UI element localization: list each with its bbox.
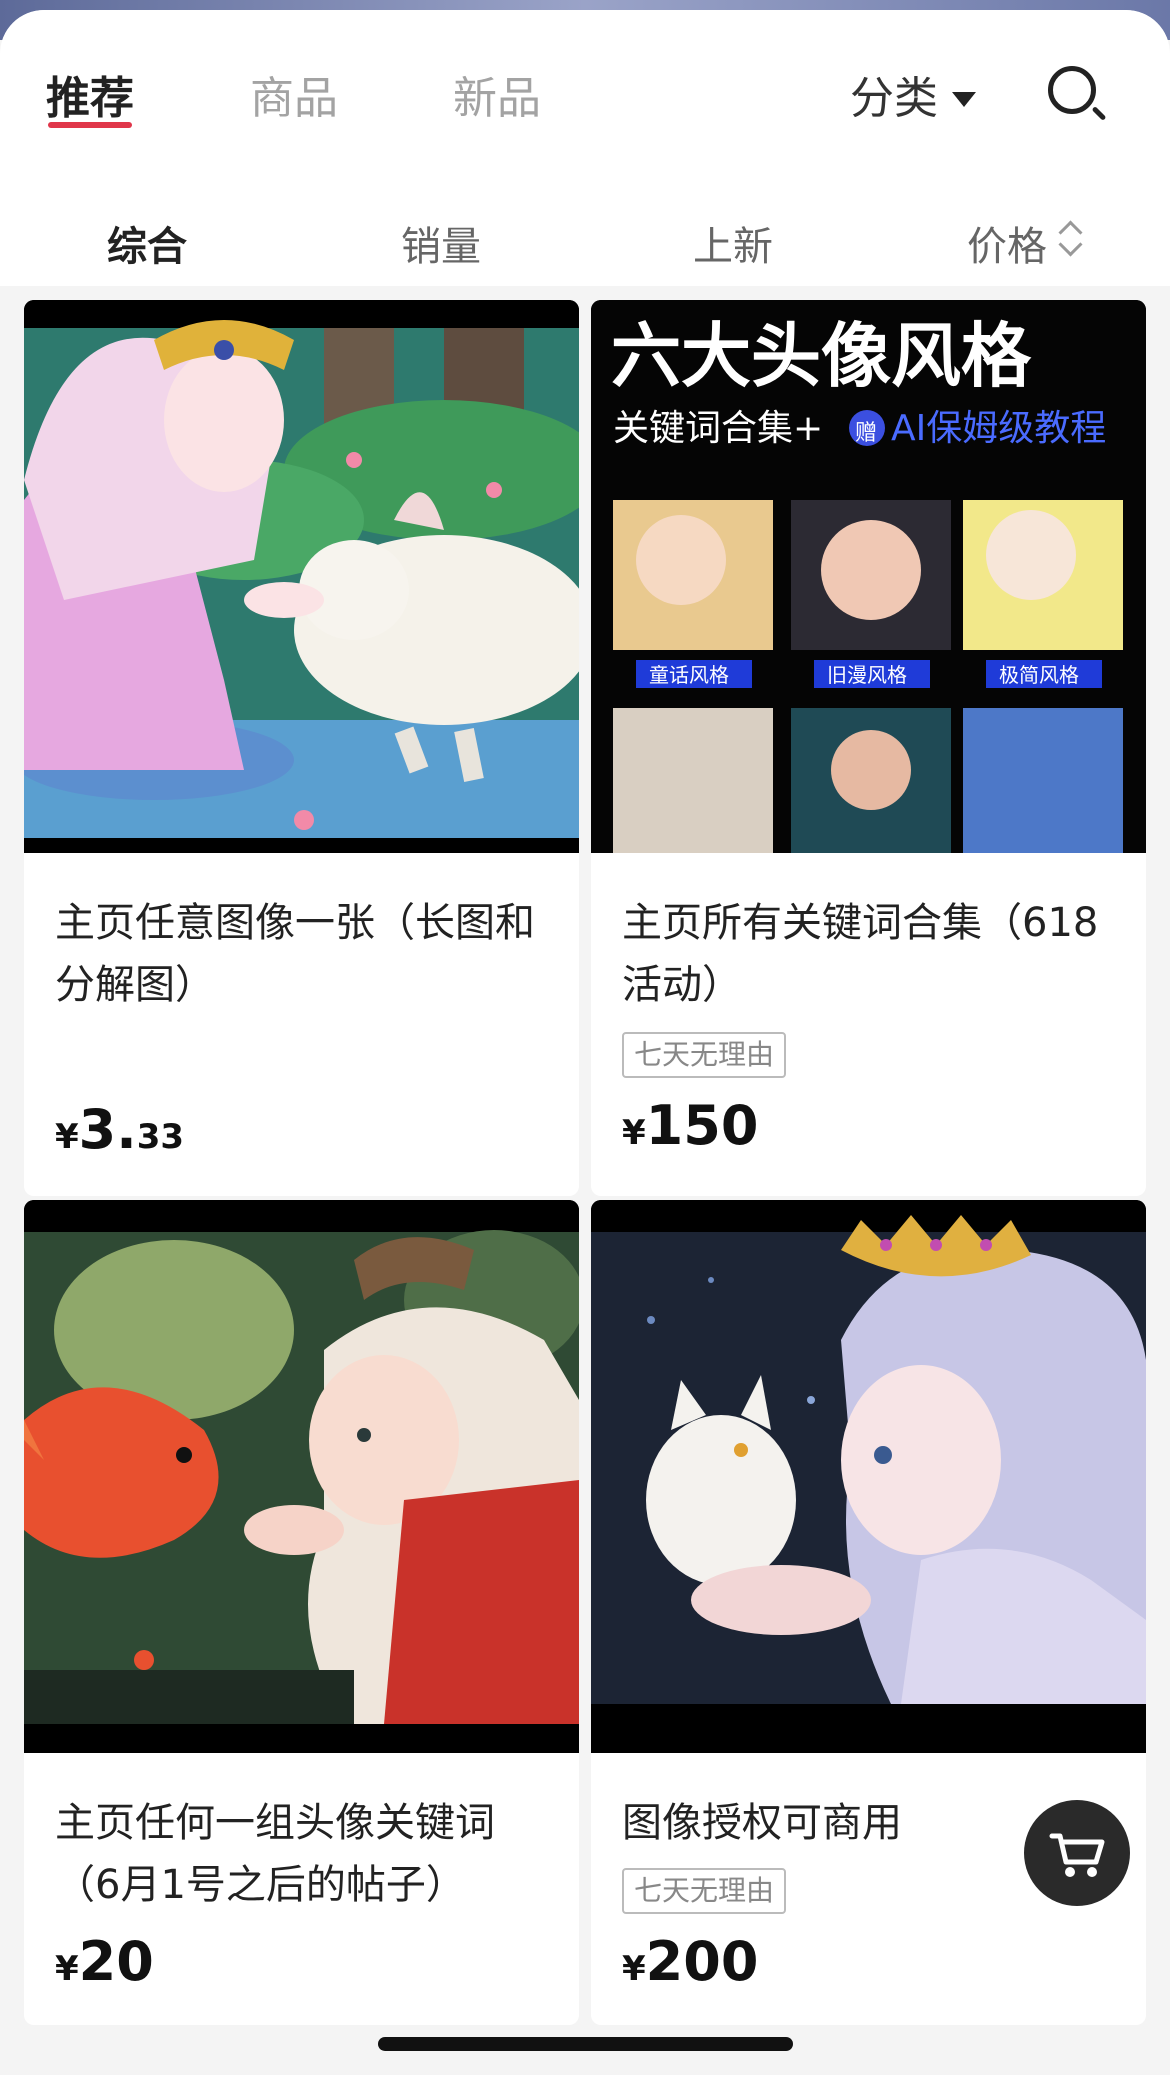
style-label: 童话风格 — [649, 663, 729, 687]
price-integer: 200 — [645, 1930, 759, 1993]
style-label: 旧漫风格 — [827, 663, 907, 687]
product-title[interactable]: 主页所有关键词合集（618活动） — [622, 892, 1122, 1016]
product-title[interactable]: 主页任何一组头像关键词（6月1号之后的帖子） — [55, 1792, 555, 1916]
active-tab-indicator — [48, 122, 132, 128]
product-price: ¥3.33 — [55, 1098, 184, 1161]
caret-down-icon[interactable] — [952, 92, 976, 107]
tab-new-products[interactable]: 新品 — [453, 62, 541, 126]
image-gift-label: 赠 — [855, 421, 877, 446]
product-image-elf-girl-lamb[interactable] — [24, 300, 579, 853]
sort-sales[interactable]: 销量 — [401, 214, 481, 272]
sort-price[interactable]: 价格 — [967, 214, 1047, 272]
category-dropdown[interactable]: 分类 — [850, 62, 938, 126]
product-image-princess-cat[interactable] — [591, 1200, 1146, 1753]
home-indicator[interactable] — [378, 2037, 793, 2051]
search-icon[interactable] — [1048, 66, 1096, 114]
product-card[interactable]: 主页任意图像一张（长图和分解图） ¥3.33 — [24, 300, 579, 1196]
price-decimal: 33 — [136, 1117, 185, 1157]
currency-symbol: ¥ — [55, 1949, 79, 1989]
style-label: 极简风格 — [999, 663, 1079, 687]
product-card[interactable]: 主页任何一组头像关键词（6月1号之后的帖子） ¥20 — [24, 1200, 579, 2025]
sort-arrows-icon[interactable] — [1058, 218, 1083, 258]
product-title[interactable]: 主页任意图像一张（长图和分解图） — [55, 892, 555, 1016]
price-integer: 20 — [78, 1930, 154, 1993]
sort-bar: 综合 销量 上新 价格 — [0, 168, 1170, 286]
cart-button[interactable] — [1024, 1800, 1130, 1906]
product-image-avatar-styles[interactable]: 六大头像风格 关键词合集+ 赠 AI保姆级教程 童话风格 旧漫风格 极简风格 — [591, 300, 1146, 853]
top-tab-bar: 推荐 商品 新品 分类 — [0, 10, 1170, 169]
product-price: ¥150 — [622, 1094, 758, 1157]
currency-symbol: ¥ — [622, 1949, 646, 1989]
sort-newest[interactable]: 上新 — [693, 214, 773, 272]
product-image-goldfish-girl[interactable] — [24, 1200, 579, 1753]
image-subline-a: 关键词合集+ — [613, 408, 823, 449]
return-policy-badge: 七天无理由 — [622, 1032, 787, 1078]
price-integer: 150 — [645, 1094, 759, 1157]
image-subline-b: AI保姆级教程 — [891, 408, 1106, 449]
product-price: ¥20 — [55, 1930, 154, 1993]
store-sheet: 推荐 商品 新品 分类 综合 销量 上新 价格 主页任意图像一张（长图和分解图）… — [0, 10, 1170, 2075]
currency-symbol: ¥ — [55, 1117, 79, 1157]
image-headline: 六大头像风格 — [611, 315, 1032, 397]
product-price: ¥200 — [622, 1930, 758, 1993]
tab-recommend[interactable]: 推荐 — [46, 62, 134, 126]
price-integer: 3. — [78, 1098, 137, 1161]
product-card[interactable]: 六大头像风格 关键词合集+ 赠 AI保姆级教程 童话风格 旧漫风格 极简风格 主… — [591, 300, 1146, 1196]
cart-icon — [1049, 1833, 1105, 1877]
currency-symbol: ¥ — [622, 1113, 646, 1153]
sort-overall[interactable]: 综合 — [107, 214, 187, 272]
return-policy-badge: 七天无理由 — [622, 1868, 787, 1914]
tab-products[interactable]: 商品 — [250, 62, 338, 126]
